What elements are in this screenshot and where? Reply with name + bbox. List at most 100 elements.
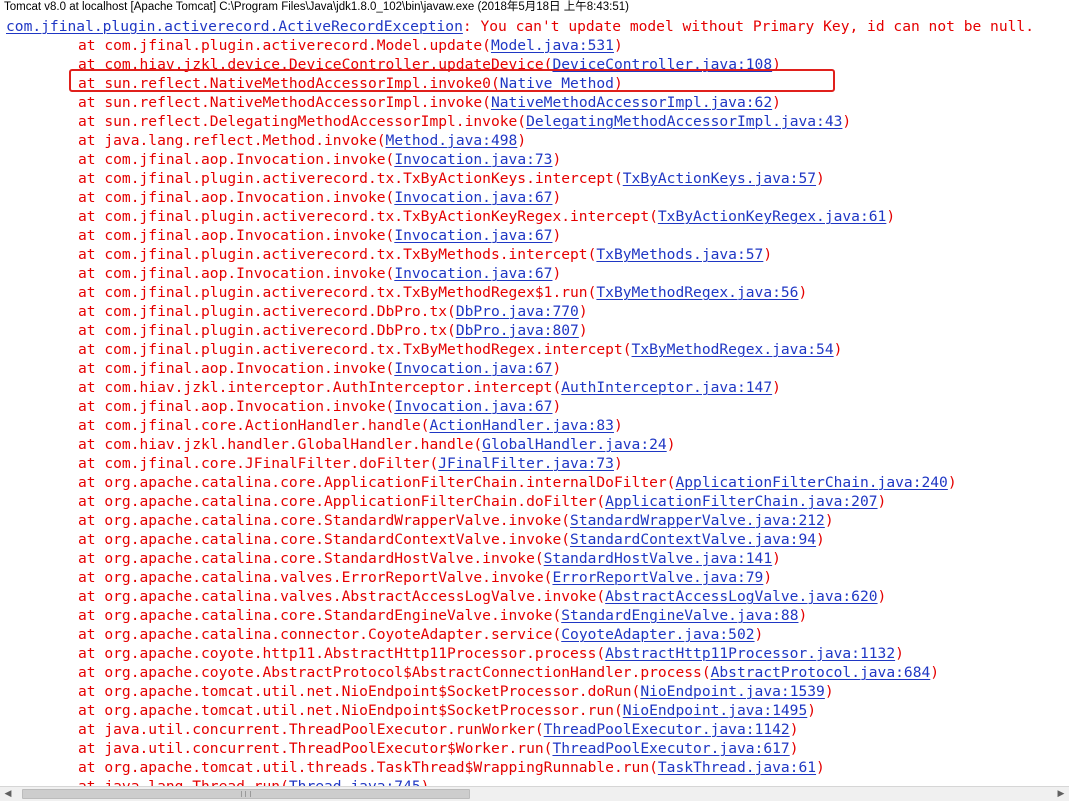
- horizontal-scrollbar[interactable]: ◀ ▶: [0, 786, 1069, 801]
- stack-frame: at com.jfinal.plugin.activerecord.tx.TxB…: [78, 245, 772, 264]
- frame-method: at org.apache.tomcat.util.threads.TaskTh…: [78, 759, 658, 776]
- source-location-link[interactable]: ApplicationFilterChain.java:207: [605, 493, 877, 510]
- source-location-link[interactable]: ErrorReportValve.java:79: [552, 569, 763, 586]
- frame-close-paren: ): [754, 626, 764, 643]
- source-location-link[interactable]: TxByMethods.java:57: [596, 246, 763, 263]
- frame-close-paren: ): [816, 759, 825, 776]
- source-location-link[interactable]: StandardHostValve.java:141: [544, 550, 772, 567]
- console-output[interactable]: com.jfinal.plugin.activerecord.ActiveRec…: [0, 16, 1069, 786]
- source-location-link[interactable]: StandardWrapperValve.java:212: [570, 512, 825, 529]
- source-location-link[interactable]: Invocation.java:67: [394, 398, 552, 415]
- source-location-link[interactable]: JFinalFilter.java:73: [438, 455, 614, 472]
- exception-class-link[interactable]: com.jfinal.plugin.activerecord.ActiveRec…: [6, 18, 463, 35]
- source-location-link[interactable]: CoyoteAdapter.java:502: [561, 626, 754, 643]
- frame-close-paren: ): [930, 664, 940, 681]
- frame-close-paren: ): [772, 379, 781, 396]
- frame-method: at java.lang.reflect.Method.invoke(: [78, 132, 386, 149]
- stack-frame: at com.jfinal.aop.Invocation.invoke(Invo…: [78, 150, 561, 169]
- source-location-link[interactable]: TxByMethodRegex.java:56: [596, 284, 798, 301]
- frame-close-paren: ): [552, 227, 562, 244]
- source-location-link[interactable]: AbstractAccessLogValve.java:620: [605, 588, 877, 605]
- stack-frame: at com.jfinal.core.ActionHandler.handle(…: [78, 416, 623, 435]
- source-location-link[interactable]: ActionHandler.java:83: [429, 417, 614, 434]
- stack-frame: at com.hiav.jzkl.interceptor.AuthInterce…: [78, 378, 781, 397]
- frame-method: at sun.reflect.NativeMethodAccessorImpl.…: [78, 75, 500, 92]
- stack-frame: at org.apache.tomcat.util.net.NioEndpoin…: [78, 701, 816, 720]
- stack-frame: at org.apache.catalina.connector.CoyoteA…: [78, 625, 763, 644]
- frame-method: at com.jfinal.plugin.activerecord.tx.TxB…: [78, 341, 632, 358]
- stack-frame: at com.jfinal.core.JFinalFilter.doFilter…: [78, 454, 623, 473]
- stack-frame: at com.hiav.jzkl.device.DeviceController…: [78, 55, 781, 74]
- stack-frame: at org.apache.catalina.core.StandardEngi…: [78, 606, 807, 625]
- console-title: Tomcat v8.0 at localhost [Apache Tomcat]…: [0, 0, 1069, 16]
- frame-close-paren: ): [947, 474, 957, 491]
- source-location-link[interactable]: AbstractHttp11Processor.java:1132: [605, 645, 895, 662]
- frame-close-paren: ): [763, 246, 773, 263]
- source-location-link[interactable]: Invocation.java:73: [394, 151, 552, 168]
- frame-close-paren: ): [824, 512, 834, 529]
- source-location-link[interactable]: StandardEngineValve.java:88: [561, 607, 798, 624]
- scroll-left-icon[interactable]: ◀: [0, 787, 16, 801]
- source-location-link[interactable]: ThreadPoolExecutor.java:1142: [544, 721, 790, 738]
- frame-method: at org.apache.catalina.core.StandardHost…: [78, 550, 544, 567]
- frame-method: at com.jfinal.aop.Invocation.invoke(: [78, 265, 395, 282]
- frame-close-paren: ): [886, 208, 896, 225]
- source-location-link[interactable]: NioEndpoint.java:1495: [623, 702, 808, 719]
- source-location-link[interactable]: NativeMethodAccessorImpl.java:62: [491, 94, 772, 111]
- exception-message: : You can't update model without Primary…: [462, 18, 1034, 35]
- stack-frame: at com.jfinal.aop.Invocation.invoke(Invo…: [78, 264, 561, 283]
- frame-method: at com.jfinal.plugin.activerecord.DbPro.…: [78, 322, 456, 339]
- frame-close-paren: ): [578, 303, 588, 320]
- frame-method: at com.jfinal.plugin.activerecord.tx.TxB…: [78, 284, 597, 301]
- source-location-link[interactable]: DbPro.java:770: [456, 303, 579, 320]
- source-location-link[interactable]: AbstractProtocol.java:684: [711, 664, 931, 681]
- stack-frame: at com.jfinal.plugin.activerecord.tx.TxB…: [78, 283, 807, 302]
- source-location-link[interactable]: AuthInterceptor.java:147: [561, 379, 772, 396]
- frame-method: at com.hiav.jzkl.interceptor.AuthInterce…: [78, 379, 562, 396]
- frame-close-paren: ): [877, 493, 887, 510]
- frame-method: at org.apache.coyote.http11.AbstractHttp…: [78, 645, 606, 662]
- source-location-link[interactable]: NioEndpoint.java:1539: [640, 683, 825, 700]
- source-location-link[interactable]: Thread.java:745: [289, 778, 421, 786]
- source-location-link[interactable]: Invocation.java:67: [394, 360, 552, 377]
- source-location-link[interactable]: DbPro.java:807: [456, 322, 579, 339]
- source-location-link[interactable]: TxByActionKeys.java:57: [623, 170, 816, 187]
- source-location-link[interactable]: ApplicationFilterChain.java:240: [675, 474, 947, 491]
- stack-frame: at java.lang.Thread.run(Thread.java:745): [78, 777, 429, 786]
- frame-close-paren: ): [877, 588, 887, 605]
- source-location-link[interactable]: TaskThread.java:61: [658, 759, 816, 776]
- source-location-link[interactable]: TxByActionKeyRegex.java:61: [658, 208, 886, 225]
- source-location-link[interactable]: Method.java:498: [386, 132, 518, 149]
- source-location-link[interactable]: Invocation.java:67: [394, 189, 552, 206]
- frame-method: at java.util.concurrent.ThreadPoolExecut…: [78, 740, 553, 757]
- frame-method: at com.jfinal.aop.Invocation.invoke(: [78, 227, 395, 244]
- source-location-link[interactable]: TxByMethodRegex.java:54: [632, 341, 834, 358]
- frame-method: at com.jfinal.aop.Invocation.invoke(: [78, 398, 395, 415]
- frame-method: at org.apache.catalina.core.StandardEngi…: [78, 607, 562, 624]
- source-location-link[interactable]: DeviceController.java:108: [552, 56, 772, 73]
- source-location-link[interactable]: DelegatingMethodAccessorImpl.java:43: [526, 113, 842, 130]
- source-location-link[interactable]: Native Method: [500, 75, 614, 92]
- frame-close-paren: ): [772, 550, 781, 567]
- frame-method: at com.hiav.jzkl.device.DeviceController…: [78, 56, 553, 73]
- frame-close-paren: ): [833, 341, 843, 358]
- source-location-link[interactable]: Invocation.java:67: [394, 227, 552, 244]
- stack-frame: at java.util.concurrent.ThreadPoolExecut…: [78, 739, 799, 758]
- scroll-right-icon[interactable]: ▶: [1053, 787, 1069, 801]
- frame-close-paren: ): [578, 322, 588, 339]
- stack-frame: at com.jfinal.plugin.activerecord.tx.TxB…: [78, 340, 842, 359]
- frame-close-paren: ): [816, 170, 825, 187]
- frame-close-paren: ): [666, 436, 676, 453]
- frame-method: at com.jfinal.plugin.activerecord.tx.TxB…: [78, 246, 597, 263]
- frame-method: at org.apache.catalina.connector.CoyoteA…: [78, 626, 562, 643]
- stack-frame: at org.apache.catalina.core.StandardCont…: [78, 530, 825, 549]
- source-location-link[interactable]: GlobalHandler.java:24: [482, 436, 667, 453]
- source-location-link[interactable]: StandardContextValve.java:94: [570, 531, 816, 548]
- source-location-link[interactable]: Model.java:531: [491, 37, 614, 54]
- stack-frame: at com.jfinal.aop.Invocation.invoke(Invo…: [78, 397, 561, 416]
- source-location-link[interactable]: Invocation.java:67: [394, 265, 552, 282]
- frame-close-paren: ): [789, 740, 799, 757]
- scrollbar-thumb[interactable]: [22, 789, 470, 799]
- source-location-link[interactable]: ThreadPoolExecutor.java:617: [552, 740, 789, 757]
- frame-method: at com.jfinal.plugin.activerecord.DbPro.…: [78, 303, 456, 320]
